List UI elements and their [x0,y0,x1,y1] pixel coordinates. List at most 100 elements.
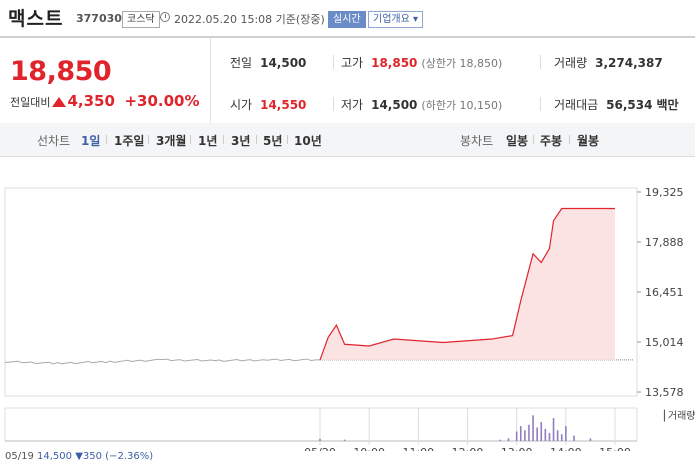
y-tick-label: 17,888 [645,236,684,249]
tab-3m[interactable]: 3개월 [156,132,186,149]
high-price: 고가 18,850 (상한가 18,850) [341,54,502,71]
tab-daily[interactable]: 일봉 [506,132,528,149]
volume-bar [573,435,575,441]
volume-bar [544,428,547,441]
volume-bar [552,418,555,441]
x-tick-label: 13:00 [501,446,533,451]
volume-bar [556,430,559,441]
candle-chart-label: 봉차트 [460,134,494,148]
divider [256,135,257,144]
volume-bar [507,438,510,441]
volume-bar [565,426,567,441]
low-price: 저가 14,500 (하한가 10,150) [341,96,502,113]
divider [540,97,541,111]
volume-value: 3,274,387 [595,56,663,70]
prev-day-summary: 05/19 14,500 ▼350 (−2.36%) [5,451,153,462]
quote-panel: 18,850 전일대비 4,350 +30.00% 전일 14,500 시가 14,5… [0,36,695,125]
tab-10y[interactable]: 10년 [294,132,322,149]
footer-change-pct: (−2.36%) [105,451,154,462]
open-value: 14,550 [260,98,307,112]
volume-bar [515,431,518,441]
change-label: 전일대비 [10,96,51,109]
prev-close: 전일 14,500 [230,54,306,71]
volume-bar [532,415,534,441]
x-tick-label: 11:00 [402,446,434,451]
divider [287,135,288,144]
trade-amount: 거래대금 56,534 백만 [554,96,679,113]
divider [333,55,334,69]
volume: 거래량 3,274,387 [554,54,663,71]
price-change: 전일대비 4,350 +30.00% [10,92,199,110]
as-of-time: 2022.05.20 15:08 기준(장중) [174,13,325,26]
y-tick-label: 16,451 [645,286,684,299]
open-label: 시가 [230,98,253,112]
change-amount: 4,350 [67,92,115,110]
divider [223,135,224,144]
tab-3y[interactable]: 3년 [231,132,250,149]
amount-unit: 백만 [656,98,679,112]
volume-label: 거래량 [554,56,588,70]
volume-bar [319,438,321,441]
divider [190,135,191,144]
y-tick-label: 19,325 [645,186,684,199]
stock-code: 377030 [76,12,122,25]
change-percent: +30.00% [124,92,200,110]
tab-1d[interactable]: 1일 [81,132,100,149]
volume-bar [519,426,522,441]
price-chart: 19,325 17,888 16,451 15,014 13,578 05/20 10:00… [4,186,695,451]
x-tick-label: 15:00 [599,446,631,451]
y-tick-label: 15,014 [645,336,684,349]
tab-1y[interactable]: 1년 [198,132,217,149]
x-tick-label: 14:00 [550,446,582,451]
live-button[interactable]: 실시간 [328,11,366,28]
divider [540,55,541,69]
amount-label: 거래대금 [554,98,599,112]
volume-label: ▕ 거래량 [657,409,695,422]
clock-icon [160,12,170,22]
stock-header: 맥스트 377030 코스닥 2022.05.20 15:08 기준(장중) 실… [0,0,695,36]
x-tick-label: 10:00 [353,446,385,451]
volume-bar [343,439,346,441]
tab-1w[interactable]: 1주일 [114,132,144,149]
upper-limit: (상한가 18,850) [421,57,503,70]
price-summary: 18,850 전일대비 4,350 +30.00% [0,38,211,124]
x-tick-label: 12:00 [452,446,484,451]
tab-weekly[interactable]: 주봉 [540,132,562,149]
footer-change: ▼350 [75,451,102,462]
low-value: 14,500 [371,98,418,112]
tab-monthly[interactable]: 월봉 [577,132,599,149]
company-overview-dropdown[interactable]: 기업개요 ▾ [368,11,423,28]
divider [148,135,149,144]
tab-5y[interactable]: 5년 [263,132,282,149]
volume-bar [548,432,551,441]
today-area-fill [320,208,615,360]
footer-close: 14,500 [37,451,73,462]
stock-name: 맥스트 [8,8,64,30]
prev-close-label: 전일 [230,56,253,70]
up-arrow-icon [52,97,67,107]
high-value: 18,850 [371,56,418,70]
x-tick-label: 05/20 [304,446,336,451]
volume-bar [528,424,530,441]
footer-date: 05/19 [5,451,34,462]
lower-limit: (하한가 10,150) [421,99,503,112]
volume-bar [540,422,543,441]
high-label: 고가 [341,56,364,70]
chart-period-tabs: 선차트 1일 1주일 3개월 1년 3년 5년 10년 봉차트 일봉 주봉 월봉 [0,123,695,157]
line-chart-label: 선차트 [37,134,71,148]
divider [569,135,570,144]
market-badge: 코스닥 [122,11,160,28]
y-tick-label: 13,578 [645,386,684,399]
open-price: 시가 14,550 [230,96,306,113]
volume-bar [524,430,526,441]
volume-bar [589,438,592,441]
volume-bar [499,439,502,441]
low-label: 저가 [341,98,364,112]
prev-day-line [4,358,320,365]
current-price: 18,850 [10,56,112,87]
volume-bar [560,434,563,441]
divider [333,97,334,111]
divider [106,135,107,144]
amount-value: 56,534 [606,98,653,112]
divider [533,135,534,144]
